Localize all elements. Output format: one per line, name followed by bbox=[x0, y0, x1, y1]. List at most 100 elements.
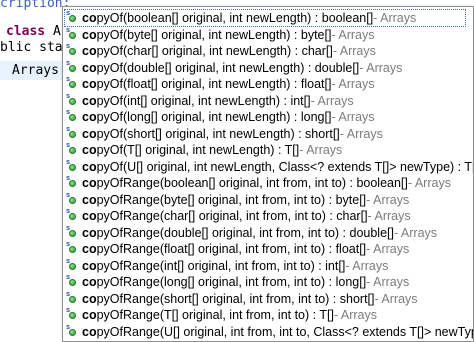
method-name-rest: pyOfRange bbox=[96, 308, 160, 322]
declaring-type: - Arrays bbox=[366, 242, 410, 256]
declaring-type: - Arrays bbox=[345, 258, 389, 273]
matched-prefix: co bbox=[82, 258, 97, 273]
method-signature: (short[] original, int from, int to) : s… bbox=[159, 291, 375, 306]
completion-item[interactable]: s co pyOf (U[] original, int newLength, Cla… bbox=[65, 158, 473, 175]
completion-item[interactable]: s co pyOfRange (U[] original, int from, int… bbox=[65, 323, 473, 340]
declaring-type: - Arrays bbox=[367, 209, 411, 223]
method-name-rest: pyOfRange bbox=[96, 176, 160, 190]
method-signature: (int[] original, int newLength) : int[] bbox=[123, 93, 311, 108]
declaring-type: - Arrays bbox=[366, 275, 410, 289]
public-static-method-icon: s bbox=[66, 224, 78, 238]
public-static-method-icon: s bbox=[66, 26, 78, 40]
method-name-rest: pyOf bbox=[96, 93, 123, 108]
completion-item[interactable]: s co pyOfRange (long[] original, int from, … bbox=[65, 273, 465, 290]
declaring-type: - Arrays bbox=[359, 60, 403, 75]
method-name-rest: pyOf bbox=[96, 159, 123, 174]
method-name-rest: pyOf bbox=[96, 60, 123, 75]
declaring-type: - Arrays bbox=[393, 225, 438, 240]
method-signature: (U[] original, int newLength, Class<? ex… bbox=[123, 159, 474, 174]
completion-item[interactable]: s co pyOfRange (boolean[] original, int fro… bbox=[65, 174, 465, 191]
matched-prefix: co bbox=[82, 110, 97, 124]
completion-item[interactable]: s co pyOf (long[] original, int newLength) … bbox=[65, 108, 465, 125]
declaring-type: - Arrays bbox=[373, 11, 417, 25]
matched-prefix: co bbox=[82, 324, 97, 339]
javadoc-fragment: cription: bbox=[0, 0, 71, 11]
class-keyword: class bbox=[6, 24, 46, 39]
public-static-method-icon: s bbox=[66, 158, 78, 172]
completion-item[interactable]: s co pyOf (T[] original, int newLength) : T… bbox=[65, 141, 465, 158]
completion-item[interactable]: s co pyOfRange (double[] original, int from… bbox=[65, 224, 465, 241]
matched-prefix: co bbox=[82, 126, 97, 141]
completion-item[interactable]: s co pyOfRange (char[] original, int from, … bbox=[65, 207, 465, 224]
declaring-type: - Arrays bbox=[331, 110, 375, 124]
method-name-rest: pyOfRange bbox=[96, 242, 160, 256]
public-static-method-icon: s bbox=[66, 257, 78, 271]
declaring-type: - Arrays bbox=[332, 44, 376, 58]
method-signature: (T[] original, int from, int to) : T[] bbox=[159, 308, 334, 322]
public-static-method-icon: s bbox=[66, 59, 78, 73]
completion-item[interactable]: s co pyOf (byte[] original, int newLength) … bbox=[65, 26, 465, 43]
public-static-method-icon: s bbox=[66, 207, 78, 221]
completion-item[interactable]: s co pyOf (boolean[] original, int newLengt… bbox=[64, 9, 466, 27]
completion-item[interactable]: s co pyOfRange (byte[] original, int from, … bbox=[65, 191, 465, 208]
method-signature: (byte[] original, int from, int to) : by… bbox=[159, 192, 367, 207]
matched-prefix: co bbox=[82, 192, 97, 207]
matched-prefix: co bbox=[82, 27, 97, 42]
method-signature: (long[] original, int from, int to) : lo… bbox=[159, 275, 367, 289]
method-signature: (boolean[] original, int from, int to) :… bbox=[159, 176, 408, 190]
completion-item[interactable]: s co pyOfRange (short[] original, int from,… bbox=[65, 290, 465, 307]
matched-prefix: co bbox=[82, 291, 97, 306]
declaring-type: - Arrays bbox=[310, 93, 354, 108]
matched-prefix: co bbox=[82, 159, 97, 174]
method-name-rest: pyOf bbox=[96, 110, 123, 124]
public-static-method-icon: s bbox=[66, 125, 78, 139]
content-assist-popup[interactable]: s co pyOf (boolean[] original, int newLengt… bbox=[62, 6, 474, 342]
method-signature: (U[] original, int from, int to, Class<?… bbox=[159, 324, 473, 339]
matched-prefix: co bbox=[82, 242, 97, 256]
matched-prefix: co bbox=[82, 11, 97, 25]
method-name-rest: pyOf bbox=[96, 77, 123, 91]
declaring-type: - Arrays bbox=[366, 192, 410, 207]
completion-item[interactable]: s co pyOf (short[] original, int newLength)… bbox=[65, 125, 465, 142]
declaring-type: - Arrays bbox=[333, 308, 378, 322]
public-static-method-icon: s bbox=[66, 75, 78, 89]
method-signature: (char[] original, int newLength) : char[… bbox=[123, 44, 333, 58]
declaring-type: - Arrays bbox=[374, 291, 418, 306]
completion-item[interactable]: s co pyOf (char[] original, int newLength) … bbox=[65, 42, 465, 59]
matched-prefix: co bbox=[82, 77, 97, 91]
method-name-rest: pyOf bbox=[96, 143, 123, 157]
method-name-rest: pyOf bbox=[96, 11, 123, 25]
matched-prefix: co bbox=[82, 44, 97, 58]
public-static-method-icon: s bbox=[66, 108, 78, 122]
public-static-method-icon: s bbox=[66, 290, 78, 304]
matched-prefix: co bbox=[82, 176, 97, 190]
method-name-rest: pyOfRange bbox=[96, 209, 160, 223]
completion-item[interactable]: s co pyOf (int[] original, int newLength) :… bbox=[65, 92, 465, 109]
method-name-rest: pyOfRange bbox=[96, 275, 160, 289]
public-static-method-icon: s bbox=[66, 240, 78, 254]
method-name-rest: pyOf bbox=[96, 44, 123, 58]
completion-item[interactable]: s co pyOfRange (float[] original, int from,… bbox=[65, 240, 465, 257]
method-signature: (byte[] original, int newLength) : byte[… bbox=[123, 27, 332, 42]
matched-prefix: co bbox=[82, 275, 97, 289]
public-static-method-icon: s bbox=[66, 141, 78, 155]
completion-item[interactable]: s co pyOfRange (int[] original, int from, i… bbox=[65, 257, 465, 274]
method-signature: (float[] original, int newLength) : floa… bbox=[123, 77, 332, 91]
method-name-rest: pyOfRange bbox=[96, 291, 160, 306]
matched-prefix: co bbox=[82, 60, 97, 75]
method-signature: (char[] original, int from, int to) : ch… bbox=[159, 209, 368, 223]
matched-prefix: co bbox=[82, 209, 97, 223]
declaring-type: - Arrays bbox=[331, 27, 375, 42]
public-static-method-icon: s bbox=[66, 323, 78, 337]
method-signature: (float[] original, int from, int to) : f… bbox=[159, 242, 367, 256]
completion-item[interactable]: s co pyOf (double[] original, int newLength… bbox=[65, 59, 465, 76]
method-signature: (short[] original, int newLength) : shor… bbox=[123, 126, 340, 141]
method-name-rest: pyOf bbox=[96, 27, 123, 42]
method-signature: (boolean[] original, int newLength) : bo… bbox=[123, 11, 374, 25]
completion-item[interactable]: s co pyOfRange (T[] original, int from, int… bbox=[65, 306, 465, 323]
public-static-method-icon: s bbox=[66, 42, 78, 56]
method-signature: (long[] original, int newLength) : long[… bbox=[123, 110, 332, 124]
declaring-type: - Arrays bbox=[331, 77, 375, 91]
completion-item[interactable]: s co pyOf (float[] original, int newLength)… bbox=[65, 75, 465, 92]
method-signature: (int[] original, int from, int to) : int… bbox=[159, 258, 346, 273]
